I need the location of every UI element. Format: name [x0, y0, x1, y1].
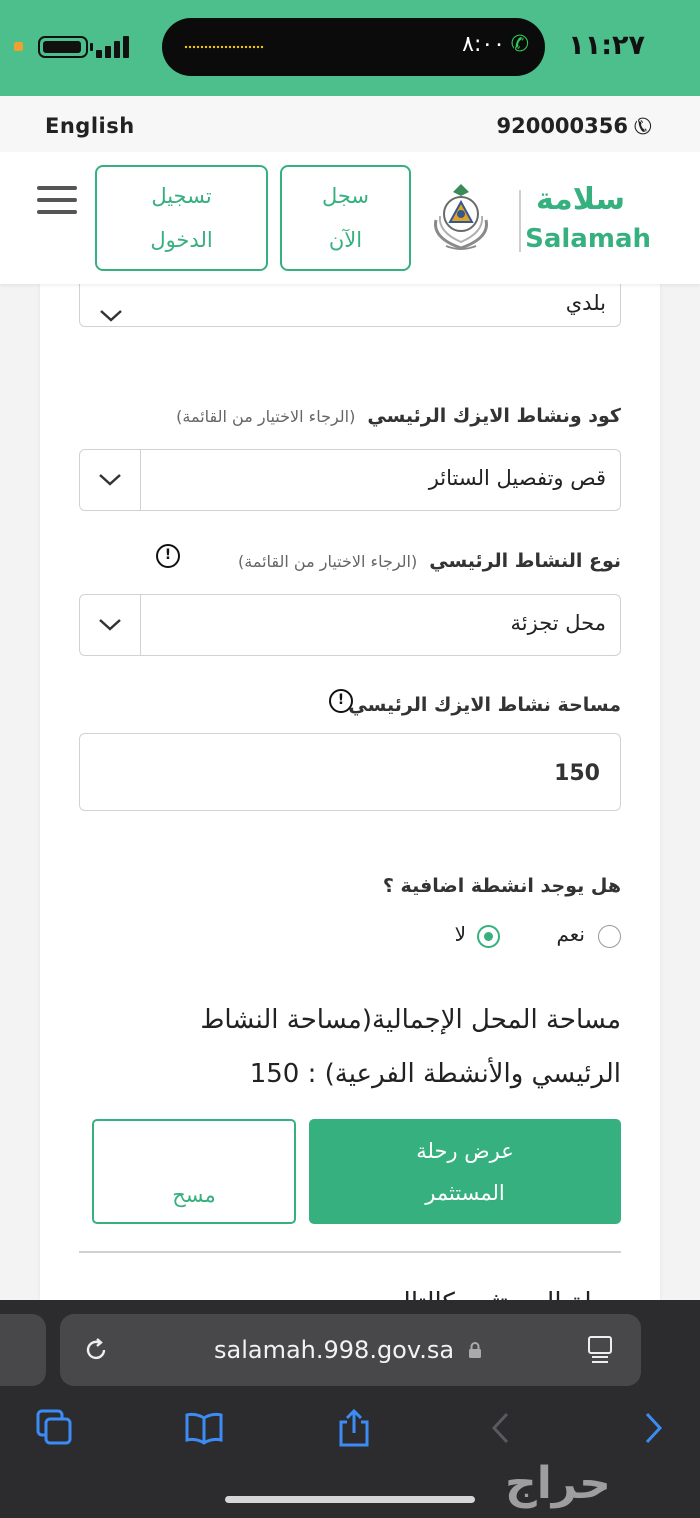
browser-toolbar: salamah.998.gov.sa حراج — [0, 1300, 700, 1518]
clear-button[interactable]: مسح — [92, 1119, 296, 1224]
show-journey-label-line1: عرض رحلة — [416, 1138, 514, 1163]
login-label-line2: الدخول — [150, 228, 213, 252]
activity-area-input[interactable]: 150 — [79, 733, 621, 811]
forward-icon[interactable] — [632, 1408, 672, 1448]
site-header: تسجيل الدخول سجل الآن سلامة Salamah — [0, 152, 700, 284]
call-duration: ٨:٠٠ — [462, 32, 505, 57]
back-icon[interactable] — [482, 1408, 522, 1448]
brand-name-arabic[interactable]: سلامة — [536, 182, 625, 217]
signal-icon — [96, 36, 132, 58]
civil-defense-emblem-icon — [434, 184, 488, 250]
reader-mode-icon[interactable] — [586, 1335, 614, 1365]
reload-icon[interactable] — [82, 1336, 110, 1364]
login-label-line1: تسجيل — [151, 184, 212, 208]
brand-divider — [519, 190, 521, 252]
language-switch-link[interactable]: English — [45, 114, 135, 138]
radio-yes-label[interactable]: نعم — [556, 922, 585, 946]
radio-no[interactable] — [477, 925, 500, 948]
radio-no-label[interactable]: لا — [455, 922, 466, 946]
activity-code-value: قص وتفصيل الستائر — [428, 466, 606, 490]
haraj-watermark: حراج — [505, 1458, 611, 1509]
activity-code-hint: (الرجاء الاختيار من القائمة) — [176, 407, 356, 426]
additional-activities-question: هل يوجد انشطة اضافية ؟ — [382, 875, 621, 897]
activity-type-hint: (الرجاء الاختيار من القائمة) — [238, 552, 418, 571]
lock-icon — [469, 1342, 481, 1358]
total-area-line2: الرئيسي والأنشطة الفرعية) : 150 — [249, 1059, 621, 1089]
investor-journey-heading: رحلة المستثمر كالتالي — [381, 1283, 621, 1300]
phone-icon: ✆ — [633, 112, 652, 137]
privacy-indicator — [14, 42, 23, 51]
show-journey-label-line2: المستثمر — [425, 1180, 505, 1205]
info-icon[interactable]: ! — [156, 544, 180, 568]
activity-type-value: محل تجزئة — [510, 611, 606, 635]
activity-area-label: مساحة نشاط الايزك الرئيسي — [348, 694, 621, 716]
battery-icon — [38, 36, 88, 58]
previous-tab-preview[interactable] — [0, 1314, 46, 1386]
url-text[interactable]: salamah.998.gov.sa — [214, 1336, 454, 1364]
audio-waveform-icon — [184, 45, 264, 49]
activity-area-value: 150 — [554, 761, 600, 786]
activity-type-label: نوع النشاط الرئيسي (الرجاء الاختيار من ال… — [238, 550, 621, 572]
status-bar: ٨:٠٠ ✆ ١١:٢٧ — [0, 0, 700, 96]
phone-number[interactable]: 920000356 — [496, 114, 628, 138]
show-investor-journey-button[interactable]: عرض رحلة المستثمر — [309, 1119, 621, 1224]
hamburger-menu-icon[interactable] — [37, 186, 77, 214]
clock: ١١:٢٧ — [568, 30, 645, 61]
info-bar: English ✆ 920000356 — [0, 96, 700, 152]
activity-code-label: كود ونشاط الايزك الرئيسي (الرجاء الاختيار… — [176, 405, 621, 427]
radio-yes[interactable] — [598, 925, 621, 948]
activity-code-select[interactable]: قص وتفصيل الستائر — [79, 449, 621, 511]
total-area-line1: مساحة المحل الإجمالية(مساحة النشاط — [200, 1005, 621, 1035]
activity-type-select[interactable]: محل تجزئة — [79, 594, 621, 656]
address-bar[interactable]: salamah.998.gov.sa — [60, 1314, 641, 1386]
chevron-down-icon — [80, 450, 141, 510]
home-indicator[interactable] — [225, 1496, 475, 1503]
municipal-select-value: بلدي — [565, 291, 606, 315]
register-label-line2: الآن — [328, 228, 363, 252]
login-button[interactable]: تسجيل الدخول — [95, 165, 268, 271]
chevron-down-icon — [80, 595, 141, 655]
dynamic-island[interactable]: ٨:٠٠ ✆ — [162, 18, 545, 76]
phone-call-icon: ✆ — [510, 32, 529, 57]
activity-code-label-text: كود ونشاط الايزك الرئيسي — [367, 405, 621, 427]
tabs-icon[interactable] — [35, 1408, 75, 1448]
register-button[interactable]: سجل الآن — [280, 165, 411, 271]
section-divider — [79, 1251, 621, 1253]
battery-tip — [90, 43, 93, 51]
share-icon[interactable] — [334, 1408, 374, 1448]
total-area-text: مساحة المحل الإجمالية(مساحة النشاط الرئي… — [121, 993, 621, 1101]
bookmarks-icon[interactable] — [184, 1408, 224, 1448]
register-label-line1: سجل — [321, 184, 370, 208]
brand-name-english[interactable]: Salamah — [525, 224, 651, 254]
activity-type-label-text: نوع النشاط الرئيسي — [429, 550, 621, 572]
clear-label: مسح — [172, 1183, 216, 1207]
additional-activities-radio-group: نعم لا — [421, 922, 621, 952]
